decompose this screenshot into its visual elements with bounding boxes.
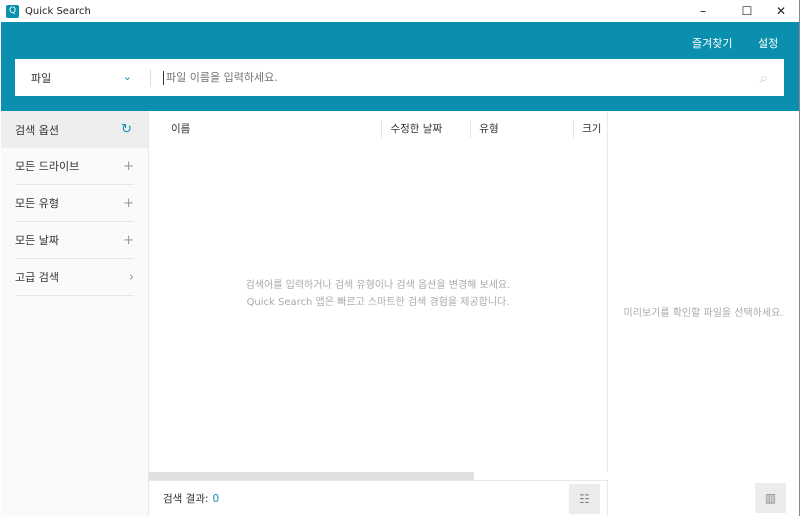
sidebar-item-search-options[interactable]: 검색 옵션 ↻ bbox=[1, 111, 148, 148]
scrollbar-thumb[interactable] bbox=[149, 472, 474, 480]
window-title: Quick Search bbox=[25, 5, 91, 17]
sidebar-item-types[interactable]: 모든 유형 + bbox=[15, 185, 134, 222]
chevron-down-icon: ⌄ bbox=[122, 69, 132, 83]
column-modified[interactable]: 수정한 날짜 bbox=[382, 120, 472, 138]
divider bbox=[150, 68, 151, 87]
column-headers: 이름 수정한 날짜 유형 크기 bbox=[149, 111, 607, 147]
result-count: 0 bbox=[212, 492, 220, 505]
results-pane: 이름 수정한 날짜 유형 크기 검색어를 입력하거나 검색 유형이나 검색 옵션… bbox=[148, 111, 608, 516]
sidebar-item-label: 고급 검색 bbox=[15, 271, 59, 284]
list-view-icon[interactable]: ☷ bbox=[569, 484, 600, 514]
empty-line-2: Quick Search 앱은 빠르고 스마트한 검색 경험을 제공합니다. bbox=[246, 297, 510, 308]
sidebar-item-label: 모든 드라이브 bbox=[15, 160, 80, 173]
column-type[interactable]: 유형 bbox=[471, 120, 575, 138]
search-bar: 파일 ⌄ ⌕ bbox=[15, 59, 784, 96]
scope-dropdown[interactable]: 파일 ⌄ bbox=[15, 70, 150, 86]
favorites-link[interactable]: 즐겨찾기 bbox=[692, 35, 732, 51]
title-bar: Q Quick Search – ☐ ✕ bbox=[0, 0, 800, 22]
sidebar-item-label: 검색 옵션 bbox=[15, 123, 59, 137]
horizontal-scrollbar[interactable] bbox=[149, 472, 608, 480]
search-icon[interactable]: ⌕ bbox=[744, 68, 784, 88]
preview-pane: 미리보기를 확인할 파일을 선택하세요. ▥ bbox=[608, 111, 799, 516]
footer: 검색 결과: 0 ☷ bbox=[149, 480, 608, 516]
minimize-button[interactable]: – bbox=[688, 0, 718, 22]
column-name[interactable]: 이름 bbox=[149, 120, 383, 138]
sidebar-item-label: 모든 날짜 bbox=[15, 234, 59, 247]
column-size[interactable]: 크기 bbox=[574, 120, 607, 138]
close-button[interactable]: ✕ bbox=[766, 0, 796, 22]
plus-icon: + bbox=[123, 232, 134, 248]
sidebar: 검색 옵션 ↻ 모든 드라이브 + 모든 유형 + 모든 날짜 + 고급 검색 › bbox=[1, 111, 148, 516]
sidebar-item-dates[interactable]: 모든 날짜 + bbox=[15, 222, 134, 259]
sidebar-item-advanced[interactable]: 고급 검색 › bbox=[15, 259, 134, 296]
preview-message: 미리보기를 확인할 파일을 선택하세요. bbox=[623, 308, 784, 319]
scope-label: 파일 bbox=[31, 71, 52, 85]
empty-line-1: 검색어를 입력하거나 검색 유형이나 검색 옵션을 변경해 보세요. bbox=[245, 280, 511, 291]
search-input[interactable] bbox=[163, 70, 744, 85]
maximize-button[interactable]: ☐ bbox=[732, 0, 762, 22]
header: 즐겨찾기 설정 파일 ⌄ ⌕ bbox=[1, 22, 799, 111]
reset-icon[interactable]: ↻ bbox=[121, 122, 132, 137]
plus-icon: + bbox=[123, 158, 134, 174]
result-label: 검색 결과: bbox=[163, 493, 209, 505]
chevron-right-icon: › bbox=[128, 269, 134, 285]
sidebar-item-label: 모든 유형 bbox=[15, 197, 59, 210]
plus-icon: + bbox=[123, 195, 134, 211]
sidebar-item-drives[interactable]: 모든 드라이브 + bbox=[15, 148, 134, 185]
empty-message: 검색어를 입력하거나 검색 유형이나 검색 옵션을 변경해 보세요. Quick… bbox=[149, 277, 607, 311]
preview-toggle-icon[interactable]: ▥ bbox=[755, 483, 786, 513]
app-logo-icon: Q bbox=[6, 4, 19, 18]
settings-link[interactable]: 설정 bbox=[758, 35, 778, 51]
